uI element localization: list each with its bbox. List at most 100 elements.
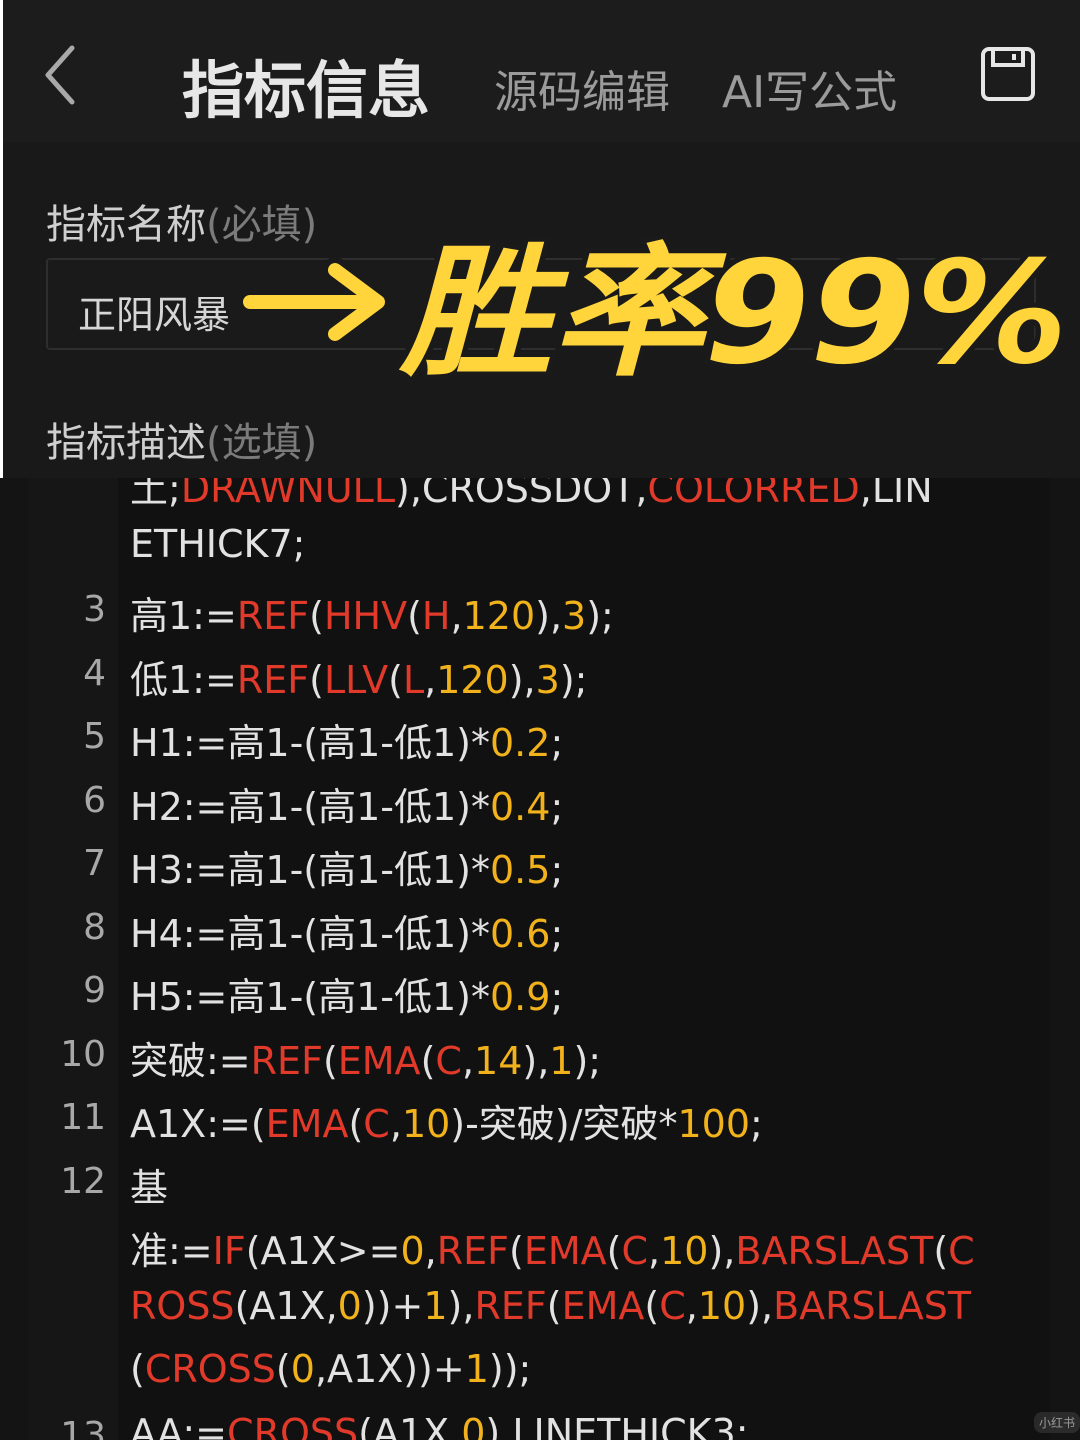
code-token: ; bbox=[550, 975, 564, 1019]
code-token: ( bbox=[309, 657, 324, 702]
tab-source-edit[interactable]: 源码编辑 bbox=[494, 56, 670, 120]
save-button[interactable] bbox=[978, 44, 1038, 104]
line-number: 11 bbox=[60, 1097, 106, 1138]
code-token: ,A1X))+ bbox=[314, 1347, 465, 1391]
code-line: A1X:=(EMA(C,10)-突破)/突破*100; bbox=[130, 1093, 763, 1148]
code-token: ; bbox=[550, 784, 564, 829]
code-token: , bbox=[424, 1229, 437, 1273]
code-token: L bbox=[402, 657, 425, 702]
code-token: ))+ bbox=[361, 1283, 424, 1328]
code-token: ( bbox=[388, 657, 403, 702]
code-token: ; bbox=[550, 721, 564, 765]
code-token: EMA bbox=[265, 1102, 349, 1146]
code-token: BARSLAST bbox=[773, 1283, 972, 1328]
code-token: 3 bbox=[535, 657, 560, 702]
code-token: 120 bbox=[462, 594, 536, 638]
code-token: C bbox=[621, 1229, 649, 1273]
code-line: ROSS(A1X,0))+1),REF(EMA(C,10),BARSLAST bbox=[130, 1284, 971, 1328]
code-token: ), bbox=[508, 657, 536, 702]
code-token: ), bbox=[522, 1038, 550, 1083]
code-line: 高1:=REF(HHV(H,120),3); bbox=[130, 585, 614, 640]
code-token: 3 bbox=[562, 594, 587, 638]
save-icon bbox=[981, 47, 1035, 101]
code-token: 土; bbox=[130, 478, 181, 511]
code-token: BARSLAST bbox=[735, 1229, 934, 1273]
code-token: , bbox=[424, 657, 437, 702]
code-token: 低1:= bbox=[130, 657, 237, 702]
top-bar: 指标信息 源码编辑 AI写公式 bbox=[0, 0, 1080, 142]
code-token: ROSS bbox=[130, 1283, 235, 1328]
code-token: ); bbox=[573, 1038, 602, 1083]
code-token: 1 bbox=[464, 1347, 489, 1391]
code-token: C bbox=[435, 1038, 462, 1083]
code-line: (CROSS(0,A1X))+1)); bbox=[130, 1347, 531, 1391]
code-token: EMA bbox=[337, 1038, 421, 1083]
code-token: LLV bbox=[323, 657, 389, 702]
code-token: A1X:=( bbox=[130, 1102, 266, 1146]
back-button[interactable] bbox=[36, 40, 86, 110]
code-token: (A1X>= bbox=[245, 1229, 401, 1273]
line-number: 12 bbox=[60, 1160, 106, 1202]
code-token: H5:=高1-(高1-低1)* bbox=[130, 975, 490, 1019]
code-token: ( bbox=[644, 1283, 660, 1328]
code-token: ,LIN bbox=[859, 478, 933, 511]
chevron-left-icon bbox=[45, 45, 75, 105]
indicator-name-value: 正阳风暴 bbox=[78, 293, 231, 337]
code-token: H4:=高1-(高1-低1)* bbox=[130, 911, 490, 956]
code-token: C bbox=[363, 1102, 390, 1146]
code-token: REF bbox=[236, 594, 310, 638]
code-token: 10 bbox=[697, 1283, 747, 1328]
code-token: 突破:= bbox=[130, 1038, 251, 1083]
code-token: (A1X, bbox=[234, 1283, 338, 1328]
code-line: 突破:=REF(EMA(C,14),1); bbox=[130, 1030, 601, 1085]
code-token: ( bbox=[348, 1102, 364, 1146]
code-line: H5:=高1-(高1-低1)*0.9; bbox=[130, 966, 563, 1021]
code-line: 土;DRAWNULL),CROSSDOT,COLORRED,LIN bbox=[130, 478, 933, 513]
code-token: 120 bbox=[436, 657, 509, 702]
code-token: ( bbox=[420, 1038, 436, 1083]
code-token: 10 bbox=[401, 1102, 451, 1146]
code-line: H2:=高1-(高1-低1)*0.4; bbox=[130, 776, 563, 831]
code-token: )); bbox=[488, 1347, 532, 1391]
code-line: 基 bbox=[130, 1157, 168, 1212]
code-token: 高1:= bbox=[130, 594, 237, 638]
code-token: ; bbox=[750, 1102, 763, 1146]
code-token: H bbox=[421, 594, 451, 638]
tab-indicator-info[interactable]: 指标信息 bbox=[182, 40, 430, 130]
code-token: ( bbox=[130, 1347, 145, 1391]
code-token: )-突破)/突破* bbox=[450, 1102, 678, 1146]
code-token: REF bbox=[436, 1229, 510, 1273]
code-token: EMA bbox=[561, 1283, 645, 1328]
code-token: ), bbox=[746, 1283, 774, 1328]
code-token: 0.9 bbox=[490, 975, 551, 1019]
code-token: ), bbox=[447, 1283, 475, 1328]
code-line: H4:=高1-(高1-低1)*0.6; bbox=[130, 903, 563, 958]
code-token: 0 bbox=[461, 1410, 486, 1440]
code-token: , bbox=[389, 1102, 402, 1146]
code-token: 14 bbox=[474, 1038, 523, 1083]
description-label: 指标描述(选填) bbox=[46, 420, 318, 466]
code-token: ( bbox=[407, 594, 422, 638]
code-line: AA:=CROSS(A1X,0),LINETHICK3; bbox=[130, 1411, 749, 1440]
code-editor[interactable]: 土;DRAWNULL),CROSSDOT,COLORRED,LIN ETHICK7… bbox=[28, 478, 1050, 1440]
code-token: ),LINETHICK3; bbox=[485, 1410, 749, 1440]
line-number: 13 bbox=[60, 1414, 106, 1440]
tab-ai-formula[interactable]: AI写公式 bbox=[722, 56, 897, 120]
code-token: 0.6 bbox=[490, 911, 551, 956]
code-token: 基 bbox=[130, 1165, 169, 1210]
code-token: ; bbox=[550, 848, 564, 892]
code-token: ), bbox=[535, 594, 563, 638]
line-number: 6 bbox=[83, 779, 106, 821]
code-line: H1:=高1-(高1-低1)*0.2; bbox=[130, 712, 563, 767]
line-number: 4 bbox=[83, 652, 106, 694]
code-token: ( bbox=[509, 1229, 524, 1273]
indicator-name-field[interactable]: 正阳风暴 bbox=[46, 258, 1036, 350]
line-number: 7 bbox=[83, 843, 106, 884]
code-line: 准:=IF(A1X>=0,REF(EMA(C,10),BARSLAST(C bbox=[130, 1220, 975, 1275]
code-token: ),CROSSDOT, bbox=[395, 478, 648, 511]
code-token: IF bbox=[212, 1229, 246, 1273]
code-token: H1:=高1-(高1-低1)* bbox=[130, 721, 490, 765]
code-line: ETHICK7; bbox=[130, 522, 305, 566]
code-token: AA:= bbox=[130, 1410, 228, 1440]
indicator-info-page: 指标信息 源码编辑 AI写公式 指标名称(必填) 正阳风暴 指标描述(选填) 土… bbox=[0, 0, 1080, 1440]
